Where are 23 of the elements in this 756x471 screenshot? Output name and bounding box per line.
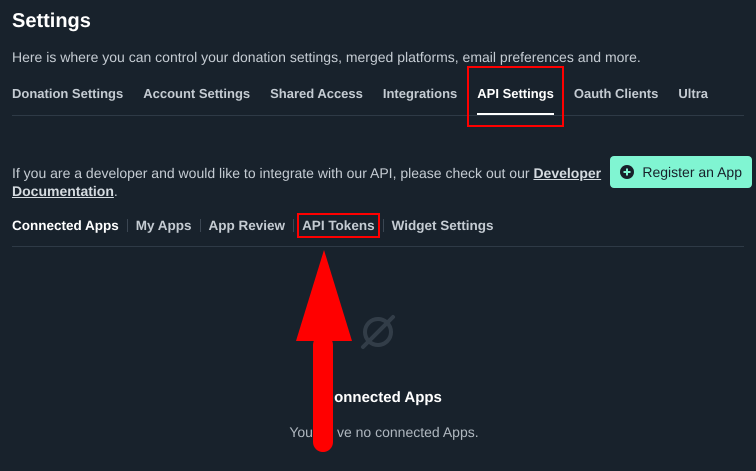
empty-message: ve no connected Apps.: [336, 424, 479, 440]
empty-message: You: [289, 424, 313, 440]
subtab[interactable]: Connected Apps: [12, 216, 119, 235]
register-app-button[interactable]: Register an App: [610, 156, 752, 188]
tab[interactable]: Ultra: [678, 76, 708, 115]
subtab[interactable]: API Tokens: [302, 216, 375, 235]
page-title: Settings: [12, 9, 92, 33]
empty-title: onnected Apps: [333, 389, 442, 406]
subtab[interactable]: Widget Settings: [392, 216, 494, 235]
documentation-link[interactable]: Developer: [533, 165, 602, 181]
tab[interactable]: Oauth Clients: [574, 76, 658, 115]
documentation-link[interactable]: Documentation: [12, 183, 114, 199]
tab[interactable]: Shared Access: [270, 76, 363, 115]
intro-text: If you are a developer and would like to integrate with our API, please check out our Developer Documentation.: [12, 164, 602, 200]
tab[interactable]: Integrations: [382, 76, 458, 115]
page-description: Here is where you can control your donation settings, merged platforms, email preferences and more.: [12, 48, 642, 66]
subtab[interactable]: My Apps: [136, 216, 192, 235]
tab[interactable]: API Settings: [477, 76, 554, 115]
plus-circle-icon: [620, 165, 634, 179]
tab[interactable]: Donation Settings: [12, 76, 124, 115]
subtab[interactable]: App Review: [208, 216, 286, 235]
tab[interactable]: Account Settings: [143, 76, 250, 115]
empty-set-icon: [359, 313, 397, 351]
